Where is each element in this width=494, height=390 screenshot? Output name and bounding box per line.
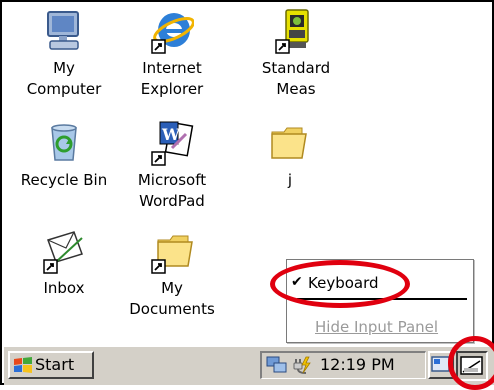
inbox-icon (43, 231, 83, 274)
keyboard-menu-item[interactable]: ✔ Keyboard (287, 272, 473, 296)
hide-input-panel-label: Hide Input Panel (315, 318, 439, 336)
inbox-label: Inbox (43, 279, 85, 297)
desktop-icon (431, 356, 450, 372)
keyboard-label: Keyboard (308, 274, 379, 292)
wordpad-shortcut[interactable]: W Microsoft WordPad (122, 120, 222, 212)
hide-input-panel-menu-item[interactable]: Hide Input Panel (287, 316, 473, 340)
total-station-icon (275, 9, 309, 54)
start-label: Start (35, 355, 75, 374)
taskbar: Start 12:19 PM (4, 345, 494, 385)
my-computer-shortcut[interactable]: My Computer (14, 8, 114, 100)
power-plug-icon[interactable] (292, 355, 312, 375)
wordpad-icon: W (151, 121, 194, 166)
my-documents-label: My Documents (129, 279, 215, 318)
notification-tray: 12:19 PM (260, 351, 426, 379)
internet-explorer-label: Internet Explorer (140, 59, 204, 98)
menu-separator (297, 298, 467, 300)
input-panel-button[interactable] (456, 351, 488, 381)
windows-flag-icon (14, 357, 32, 373)
internet-explorer-shortcut[interactable]: Internet Explorer (122, 8, 222, 100)
recycle-bin-icon (51, 124, 77, 161)
network-connection-icon[interactable] (266, 355, 288, 375)
internet-explorer-icon (151, 13, 194, 54)
recycle-bin-label: Recycle Bin (20, 171, 108, 189)
my-computer-label: My Computer (26, 59, 102, 98)
inbox-shortcut[interactable]: Inbox (14, 228, 114, 299)
input-panel-icon (460, 356, 483, 375)
my-computer-icon (47, 11, 79, 50)
show-desktop-button[interactable] (428, 351, 454, 379)
clock[interactable]: 12:19 PM (320, 355, 395, 374)
input-panel-menu: ✔ Keyboard Hide Input Panel (286, 259, 474, 343)
my-documents-folder-icon (151, 235, 193, 274)
wordpad-label: Microsoft WordPad (137, 171, 207, 210)
desktop: My Computer Internet Explorer Standard M… (0, 0, 494, 390)
my-documents-shortcut[interactable]: My Documents (122, 228, 222, 320)
checkmark-icon: ✔ (291, 274, 303, 290)
start-button[interactable]: Start (8, 351, 94, 379)
standard-meas-shortcut[interactable]: Standard Meas (246, 8, 346, 100)
standard-meas-label: Standard Meas (261, 59, 331, 98)
folder-j-shortcut[interactable]: j (240, 120, 340, 191)
folder-j-label: j (287, 171, 293, 189)
recycle-bin-shortcut[interactable]: Recycle Bin (14, 120, 114, 191)
folder-icon (271, 127, 307, 159)
